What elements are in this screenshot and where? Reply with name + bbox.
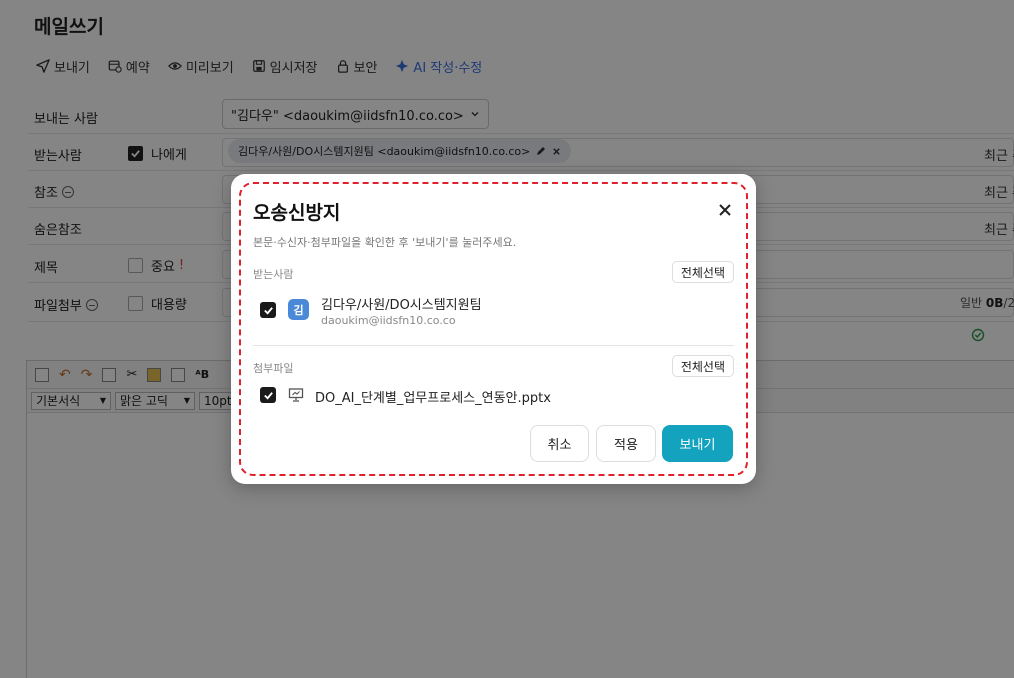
dialog-title: 오송신방지 <box>253 202 341 224</box>
recipient-name: 김다우/사원/DO시스템지원팀 <box>321 298 482 313</box>
check-icon <box>263 306 273 315</box>
attachment-checkbox[interactable] <box>260 387 276 403</box>
cancel-button[interactable]: 취소 <box>530 425 589 462</box>
attachments-select-all-button[interactable]: 전체선택 <box>671 355 734 377</box>
missend-prevention-dialog: 오송신방지 본문·수신자·첨부파일을 확인한 후 '보내기'를 눌러주세요. 받… <box>231 174 756 484</box>
attachment-name: DO_AI_단계별_업무프로세스_연동안.pptx <box>315 391 551 406</box>
dialog-description: 본문·수신자·첨부파일을 확인한 후 '보내기'를 눌러주세요. <box>253 236 517 249</box>
avatar: 김 <box>288 299 309 320</box>
recipient-checkbox[interactable] <box>260 302 276 318</box>
send-button[interactable]: 보내기 <box>662 425 733 462</box>
section-divider <box>253 345 734 346</box>
recipient-email: daoukim@iidsfn10.co.co <box>321 314 456 327</box>
recipients-section-label: 받는사람 <box>253 268 294 281</box>
check-icon <box>263 391 273 400</box>
close-icon <box>719 204 731 216</box>
attachments-section-label: 첨부파일 <box>253 362 294 375</box>
presentation-file-icon <box>288 388 304 402</box>
recipients-select-all-button[interactable]: 전체선택 <box>671 261 734 283</box>
dialog-close-button[interactable] <box>714 199 736 221</box>
apply-button[interactable]: 적용 <box>596 425 656 462</box>
